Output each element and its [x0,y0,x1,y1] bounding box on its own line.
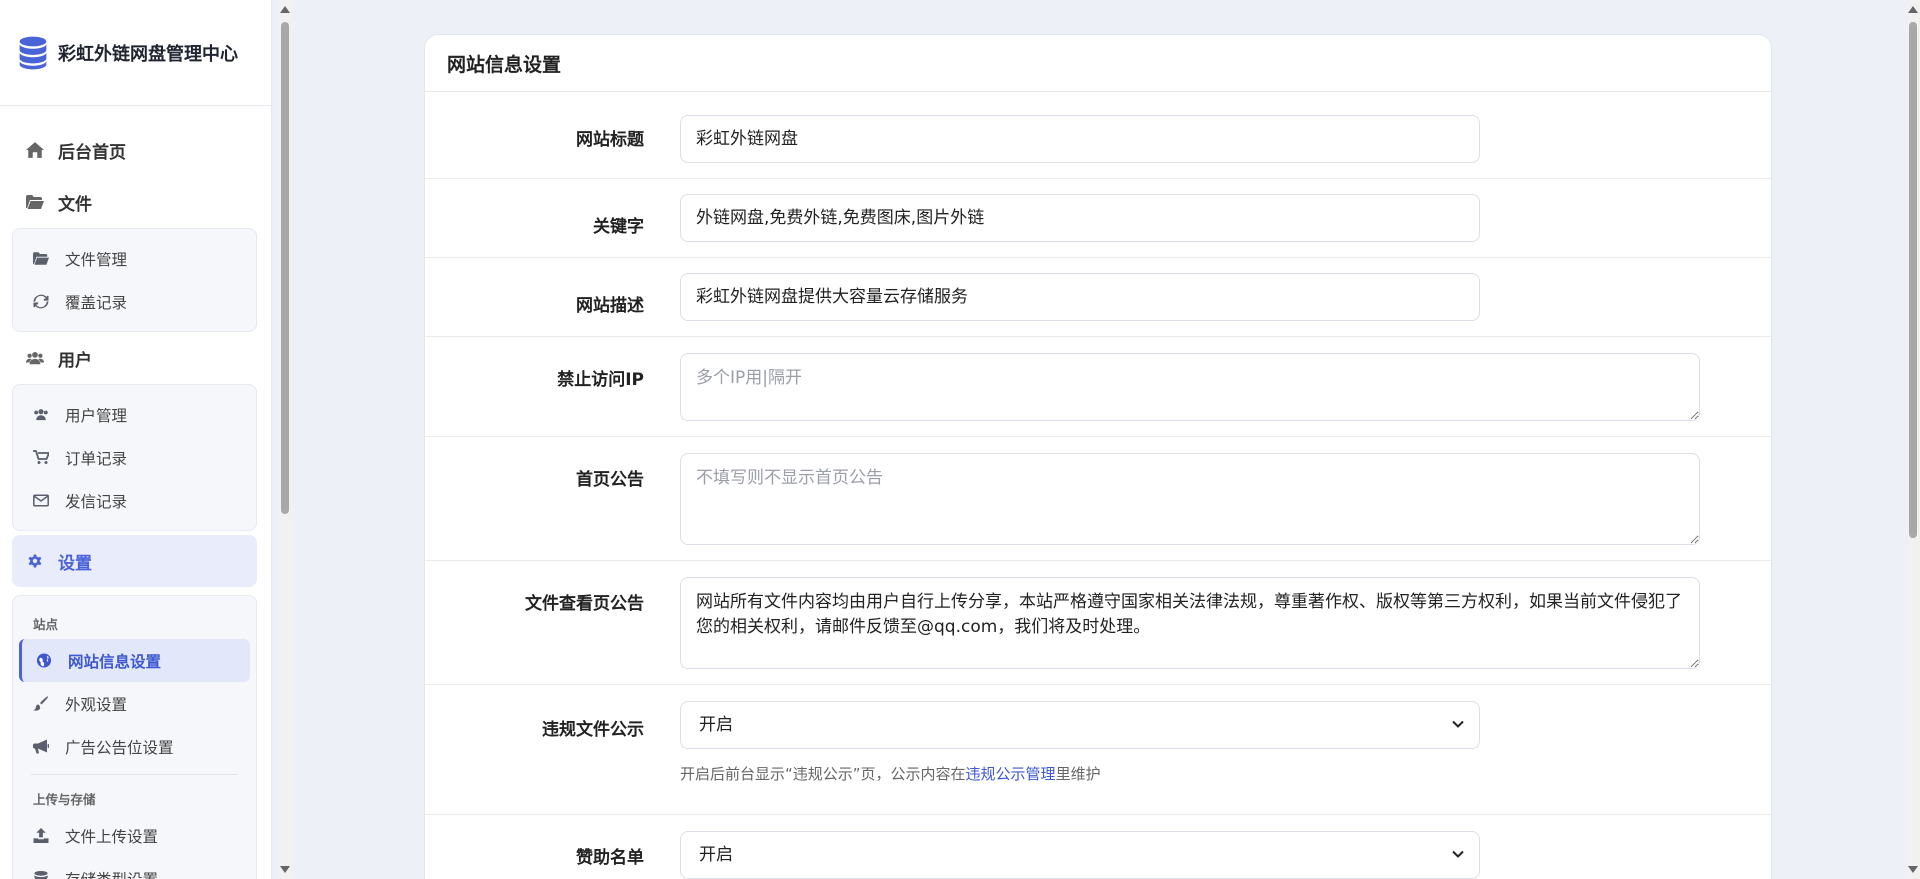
envelope-icon [33,494,49,507]
field-label: 违规文件公示 [542,720,644,740]
section-heading: 上传与存储 [33,792,96,807]
sidebar-item-upload[interactable]: 文件上传设置 [19,814,250,857]
brush-icon [33,696,49,711]
sidebar-item-settings[interactable]: 设置 [12,535,257,587]
sidebar-item-label: 存储类型设置 [65,868,158,879]
sidebar-item-label: 用户管理 [65,406,128,425]
sidebar-item-label: 广告公告位设置 [65,738,174,757]
site-title-input[interactable]: 彩虹外链网盘 [680,115,1480,163]
form-row-keywords: 关键字 外链网盘,免费外链,免费图床,图片外链 [425,179,1771,258]
brand[interactable]: 彩虹外链网盘管理中心 [0,0,271,106]
sidebar-item-label: 发信记录 [65,492,128,511]
sidebar-item-label: 文件管理 [65,250,128,269]
scrollbar-thumb[interactable] [1909,22,1917,538]
field-label: 关键字 [593,217,644,237]
blocked-ip-textarea[interactable] [680,353,1700,421]
sidebar-item-overwrite-log[interactable]: 覆盖记录 [19,280,250,323]
scroll-up-arrow[interactable] [1908,6,1918,13]
home-icon [26,142,44,158]
gear-icon [28,554,42,568]
sidebar-item-label: 后台首页 [58,142,126,163]
page-scrollbar[interactable] [1906,0,1920,879]
scroll-up-arrow[interactable] [280,6,290,13]
sidebar-item-label: 文件上传设置 [65,827,159,846]
sidebar-item-ads[interactable]: 广告公告位设置 [19,725,250,768]
refresh-icon [33,294,49,309]
folder-open-icon [26,195,44,209]
scrollbar-thumb[interactable] [281,22,289,514]
sidebar-item-home[interactable]: 后台首页 [12,124,257,176]
globe-icon [36,653,52,668]
sidebar-item-appearance[interactable]: 外观设置 [19,682,250,725]
file-notice-textarea[interactable]: 网站所有文件内容均由用户自行上传分享，本站严格遵守国家相关法律法规，尊重著作权、… [680,577,1700,669]
users-icon [34,409,48,421]
scroll-down-arrow[interactable] [280,866,290,873]
database-icon [34,871,48,879]
cart-icon [33,450,49,464]
violation-manage-link[interactable]: 违规公示管理 [966,765,1056,783]
upload-icon [33,828,49,843]
bullhorn-icon [33,739,49,754]
form-row-violation-public: 违规文件公示 开启 开启后前台显示“违规公示”页，公示内容在违规公示管理里维护 [425,685,1771,815]
home-notice-textarea[interactable] [680,453,1700,545]
sidebar-item-label: 覆盖记录 [65,293,128,312]
sidebar-item-label: 设置 [58,553,92,574]
sidebar-item-mail-log[interactable]: 发信记录 [19,479,250,522]
field-label: 网站描述 [576,296,644,316]
form-row-description: 网站描述 彩虹外链网盘提供大容量云存储服务 [425,258,1771,337]
field-label: 首页公告 [576,470,644,490]
description-input[interactable]: 彩虹外链网盘提供大容量云存储服务 [680,273,1480,321]
sidebar-item-user-manage[interactable]: 用户管理 [19,393,250,436]
field-label: 文件查看页公告 [525,594,644,614]
sponsor-select[interactable]: 开启 [680,831,1480,879]
sidebar-item-site-info[interactable]: 网站信息设置 [19,639,250,682]
sidebar-item-label: 文件 [58,194,92,215]
sidebar-item-file[interactable]: 文件 [12,176,257,228]
help-prefix: 开启后前台显示“违规公示”页，公示内容在 [680,765,966,783]
form-row-file-notice: 文件查看页公告 网站所有文件内容均由用户自行上传分享，本站严格遵守国家相关法律法… [425,561,1771,685]
keywords-input[interactable]: 外链网盘,免费外链,免费图床,图片外链 [680,194,1480,242]
field-label: 禁止访问IP [557,370,644,390]
settings-card: 网站信息设置 网站标题 彩虹外链网盘 关键字 外链网盘,免费外链,免费图床,图片… [424,34,1772,879]
brand-title: 彩虹外链网盘管理中心 [58,43,238,65]
sidebar-item-label: 订单记录 [65,449,128,468]
sidebar-item-label: 外观设置 [65,695,128,714]
sidebar: 彩虹外链网盘管理中心 后台首页 文件 文件管理 覆盖记录 用户 用户管理 订单记… [0,0,272,879]
help-text: 开启后前台显示“违规公示”页，公示内容在违规公示管理里维护 [680,763,1480,784]
card-title: 网站信息设置 [425,35,1771,92]
settings-submenu: 站点 网站信息设置 外观设置 广告公告位设置 上传与存储 文件上传设置 存储类 [12,595,257,879]
user-submenu: 用户管理 订单记录 发信记录 [12,384,257,531]
help-suffix: 里维护 [1055,765,1101,783]
sidebar-item-orders[interactable]: 订单记录 [19,436,250,479]
sidebar-item-file-manage[interactable]: 文件管理 [19,237,250,280]
file-submenu: 文件管理 覆盖记录 [12,228,257,332]
sidebar-item-user[interactable]: 用户 [12,332,257,384]
form-row-blocked-ip: 禁止访问IP [425,337,1771,437]
users-icon [26,351,44,365]
scroll-down-arrow[interactable] [1908,866,1918,873]
divider [31,774,238,775]
sidebar-scrollbar[interactable] [278,0,292,879]
field-label: 赞助名单 [576,848,644,868]
sidebar-item-storage[interactable]: 存储类型设置 [19,857,250,879]
sidebar-nav: 后台首页 文件 文件管理 覆盖记录 用户 用户管理 订单记录 发信记录 设置 站… [0,106,271,879]
sidebar-item-label: 网站信息设置 [68,652,162,671]
violation-public-select[interactable]: 开启 [680,701,1480,749]
field-label: 网站标题 [576,130,644,150]
form-row-sponsor: 赞助名单 开启 [425,815,1771,879]
folder-open-icon [33,252,49,265]
sidebar-item-label: 用户 [58,350,92,371]
section-heading: 站点 [33,617,59,632]
form-row-title: 网站标题 彩虹外链网盘 [425,92,1771,179]
form-row-home-notice: 首页公告 [425,437,1771,561]
database-icon [19,36,47,69]
